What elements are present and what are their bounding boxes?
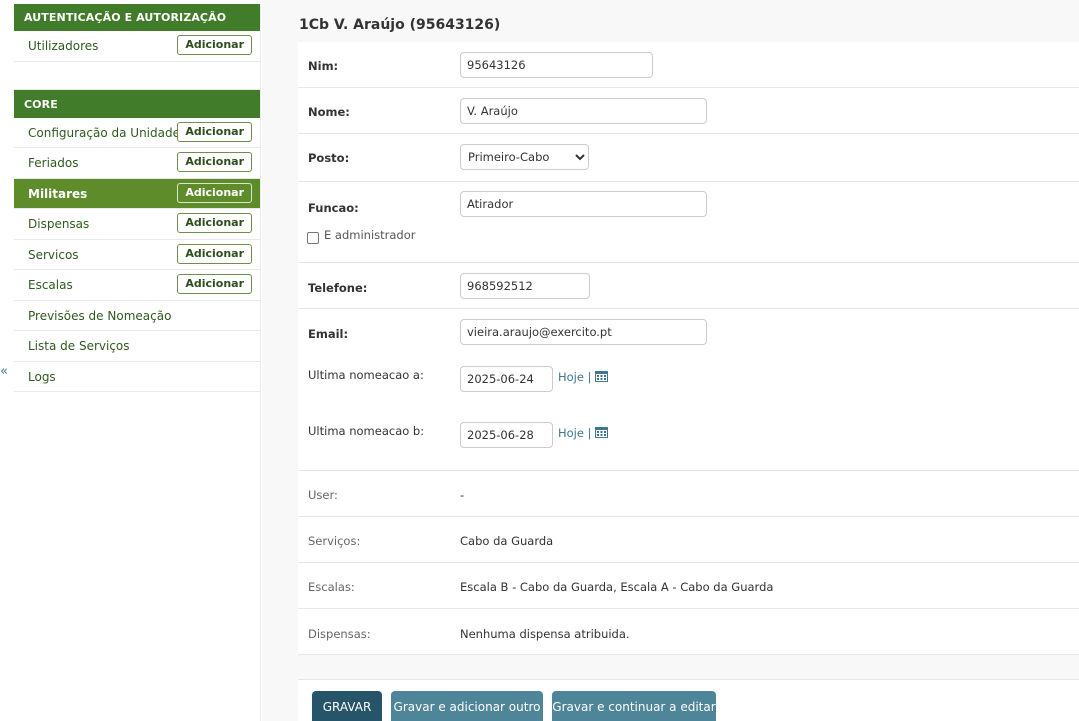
field-row-ultima-a: Ultima nomeacao a: Hoje |	[298, 355, 1079, 411]
sidebar-item-label[interactable]: Previsões de Nomeação	[28, 309, 171, 323]
sidebar-item-configuracao-unidade[interactable]: Configuração da Unidade Adicionar	[14, 118, 260, 148]
ultima-a-date-input[interactable]	[460, 366, 553, 392]
module-divider	[14, 62, 260, 90]
sidebar-item-label[interactable]: Servicos	[28, 248, 79, 262]
posto-select[interactable]: Primeiro-Cabo	[460, 144, 589, 170]
funcao-input[interactable]	[460, 191, 707, 217]
save-button[interactable]: GRAVAR	[312, 691, 382, 721]
dispensas-label: Dispensas:	[308, 627, 371, 641]
email-label: Email:	[308, 327, 349, 341]
field-row-escalas: Escalas: Escala B - Cabo da Guarda, Esca…	[298, 563, 1079, 609]
posto-label: Posto:	[308, 151, 350, 165]
field-row-email: Email:	[298, 309, 1079, 355]
sidebar-item-servicos[interactable]: Servicos Adicionar	[14, 240, 260, 270]
sidebar-item-previsoes-nomeacao[interactable]: Previsões de Nomeação	[14, 301, 260, 331]
shortcut-separator: |	[587, 426, 592, 440]
shortcut-separator: |	[587, 370, 592, 384]
submit-row: GRAVAR Gravar e adicionar outro Gravar e…	[298, 679, 1079, 721]
calendar-icon[interactable]	[595, 426, 609, 438]
sidebar-item-label[interactable]: Logs	[28, 370, 56, 384]
field-row-funcao: Funcao:	[298, 182, 1079, 228]
field-row-nim: Nim:	[298, 42, 1079, 88]
sidebar-item-label[interactable]: Utilizadores	[28, 39, 98, 53]
militar-change-form: Nim: Nome: Posto: Primeiro-Cabo Funcao: …	[298, 42, 1079, 655]
admin-checkbox[interactable]	[307, 232, 319, 244]
sidebar-item-label[interactable]: Feriados	[28, 156, 78, 170]
module-core: CORE Configuração da Unidade Adicionar F…	[14, 89, 260, 392]
admin-label[interactable]: E administrador	[324, 228, 416, 242]
ultima-a-label: Ultima nomeacao a:	[308, 368, 424, 382]
add-utilizador-button[interactable]: Adicionar	[177, 35, 252, 55]
ultima-b-label: Ultima nomeacao b:	[308, 424, 425, 438]
nome-label: Nome:	[308, 105, 350, 119]
field-row-ultima-b: Ultima nomeacao b: Hoje |	[298, 411, 1079, 471]
add-feriado-button[interactable]: Adicionar	[177, 152, 252, 172]
sidebar-item-logs[interactable]: Logs	[14, 362, 260, 392]
sidebar-item-label[interactable]: Escalas	[28, 278, 73, 292]
ultima-a-shortcuts: Hoje |	[558, 370, 609, 384]
add-dispensa-button[interactable]: Adicionar	[177, 213, 252, 233]
ultima-b-date-input[interactable]	[460, 422, 553, 448]
sidebar-item-escalas[interactable]: Escalas Adicionar	[14, 270, 260, 301]
field-row-user: User: -	[298, 471, 1079, 517]
field-row-posto: Posto: Primeiro-Cabo	[298, 134, 1079, 182]
servicos-value: Cabo da Guarda	[460, 534, 554, 548]
sidebar-item-label[interactable]: Configuração da Unidade	[28, 126, 180, 140]
user-value: -	[460, 488, 465, 502]
funcao-label: Funcao:	[308, 201, 359, 215]
sidebar-item-feriados[interactable]: Feriados Adicionar	[14, 148, 260, 179]
add-servico-button[interactable]: Adicionar	[177, 243, 252, 264]
add-escala-button[interactable]: Adicionar	[177, 274, 252, 294]
dispensas-value: Nenhuma dispensa atribuida.	[460, 627, 630, 641]
save-add-another-button[interactable]: Gravar e adicionar outro	[391, 691, 543, 721]
telefone-input[interactable]	[460, 273, 590, 299]
sidebar: AUTENTICAÇÃO E AUTORIZAÇÃO Utilizadores …	[14, 4, 261, 721]
save-continue-editing-button[interactable]: Gravar e continuar a editar	[552, 691, 716, 721]
sidebar-item-label[interactable]: Militares	[28, 187, 87, 201]
sidebar-item-militares[interactable]: Militares Adicionar	[14, 178, 260, 209]
user-label: User:	[308, 488, 338, 502]
sidebar-item-utilizadores[interactable]: Utilizadores Adicionar	[14, 31, 260, 62]
nim-input[interactable]	[460, 52, 653, 78]
module-caption-auth[interactable]: AUTENTICAÇÃO E AUTORIZAÇÃO	[14, 4, 260, 31]
module-caption-core[interactable]: CORE	[14, 89, 260, 118]
page-title: 1Cb V. Araújo (95643126)	[299, 17, 501, 33]
add-configuracao-button[interactable]: Adicionar	[177, 121, 252, 142]
field-row-telefone: Telefone:	[298, 263, 1079, 309]
field-row-dispensas: Dispensas: Nenhuma dispensa atribuida.	[298, 609, 1079, 655]
nome-input[interactable]	[460, 98, 707, 124]
calendar-icon[interactable]	[595, 370, 609, 382]
ultima-b-shortcuts: Hoje |	[558, 426, 609, 440]
sidebar-item-lista-servicos[interactable]: Lista de Serviços	[14, 331, 260, 362]
sidebar-item-label[interactable]: Lista de Serviços	[28, 339, 130, 353]
telefone-label: Telefone:	[308, 281, 368, 295]
escalas-label: Escalas:	[308, 580, 355, 594]
field-row-nome: Nome:	[298, 88, 1079, 134]
escalas-value: Escala B - Cabo da Guarda, Escala A - Ca…	[460, 580, 774, 594]
nim-label: Nim:	[308, 59, 339, 73]
email-input[interactable]	[460, 319, 707, 345]
ultima-b-today-link[interactable]: Hoje	[558, 426, 584, 440]
collapse-sidebar-icon[interactable]: «	[0, 364, 14, 380]
module-auth: AUTENTICAÇÃO E AUTORIZAÇÃO Utilizadores …	[14, 4, 260, 62]
servicos-label: Serviços:	[308, 534, 361, 548]
sidebar-item-label[interactable]: Dispensas	[28, 217, 89, 231]
sidebar-item-dispensas[interactable]: Dispensas Adicionar	[14, 209, 260, 240]
field-row-admin: E administrador	[298, 228, 1079, 263]
field-row-servicos: Serviços: Cabo da Guarda	[298, 517, 1079, 563]
add-militar-button[interactable]: Adicionar	[177, 182, 252, 203]
ultima-a-today-link[interactable]: Hoje	[558, 370, 584, 384]
